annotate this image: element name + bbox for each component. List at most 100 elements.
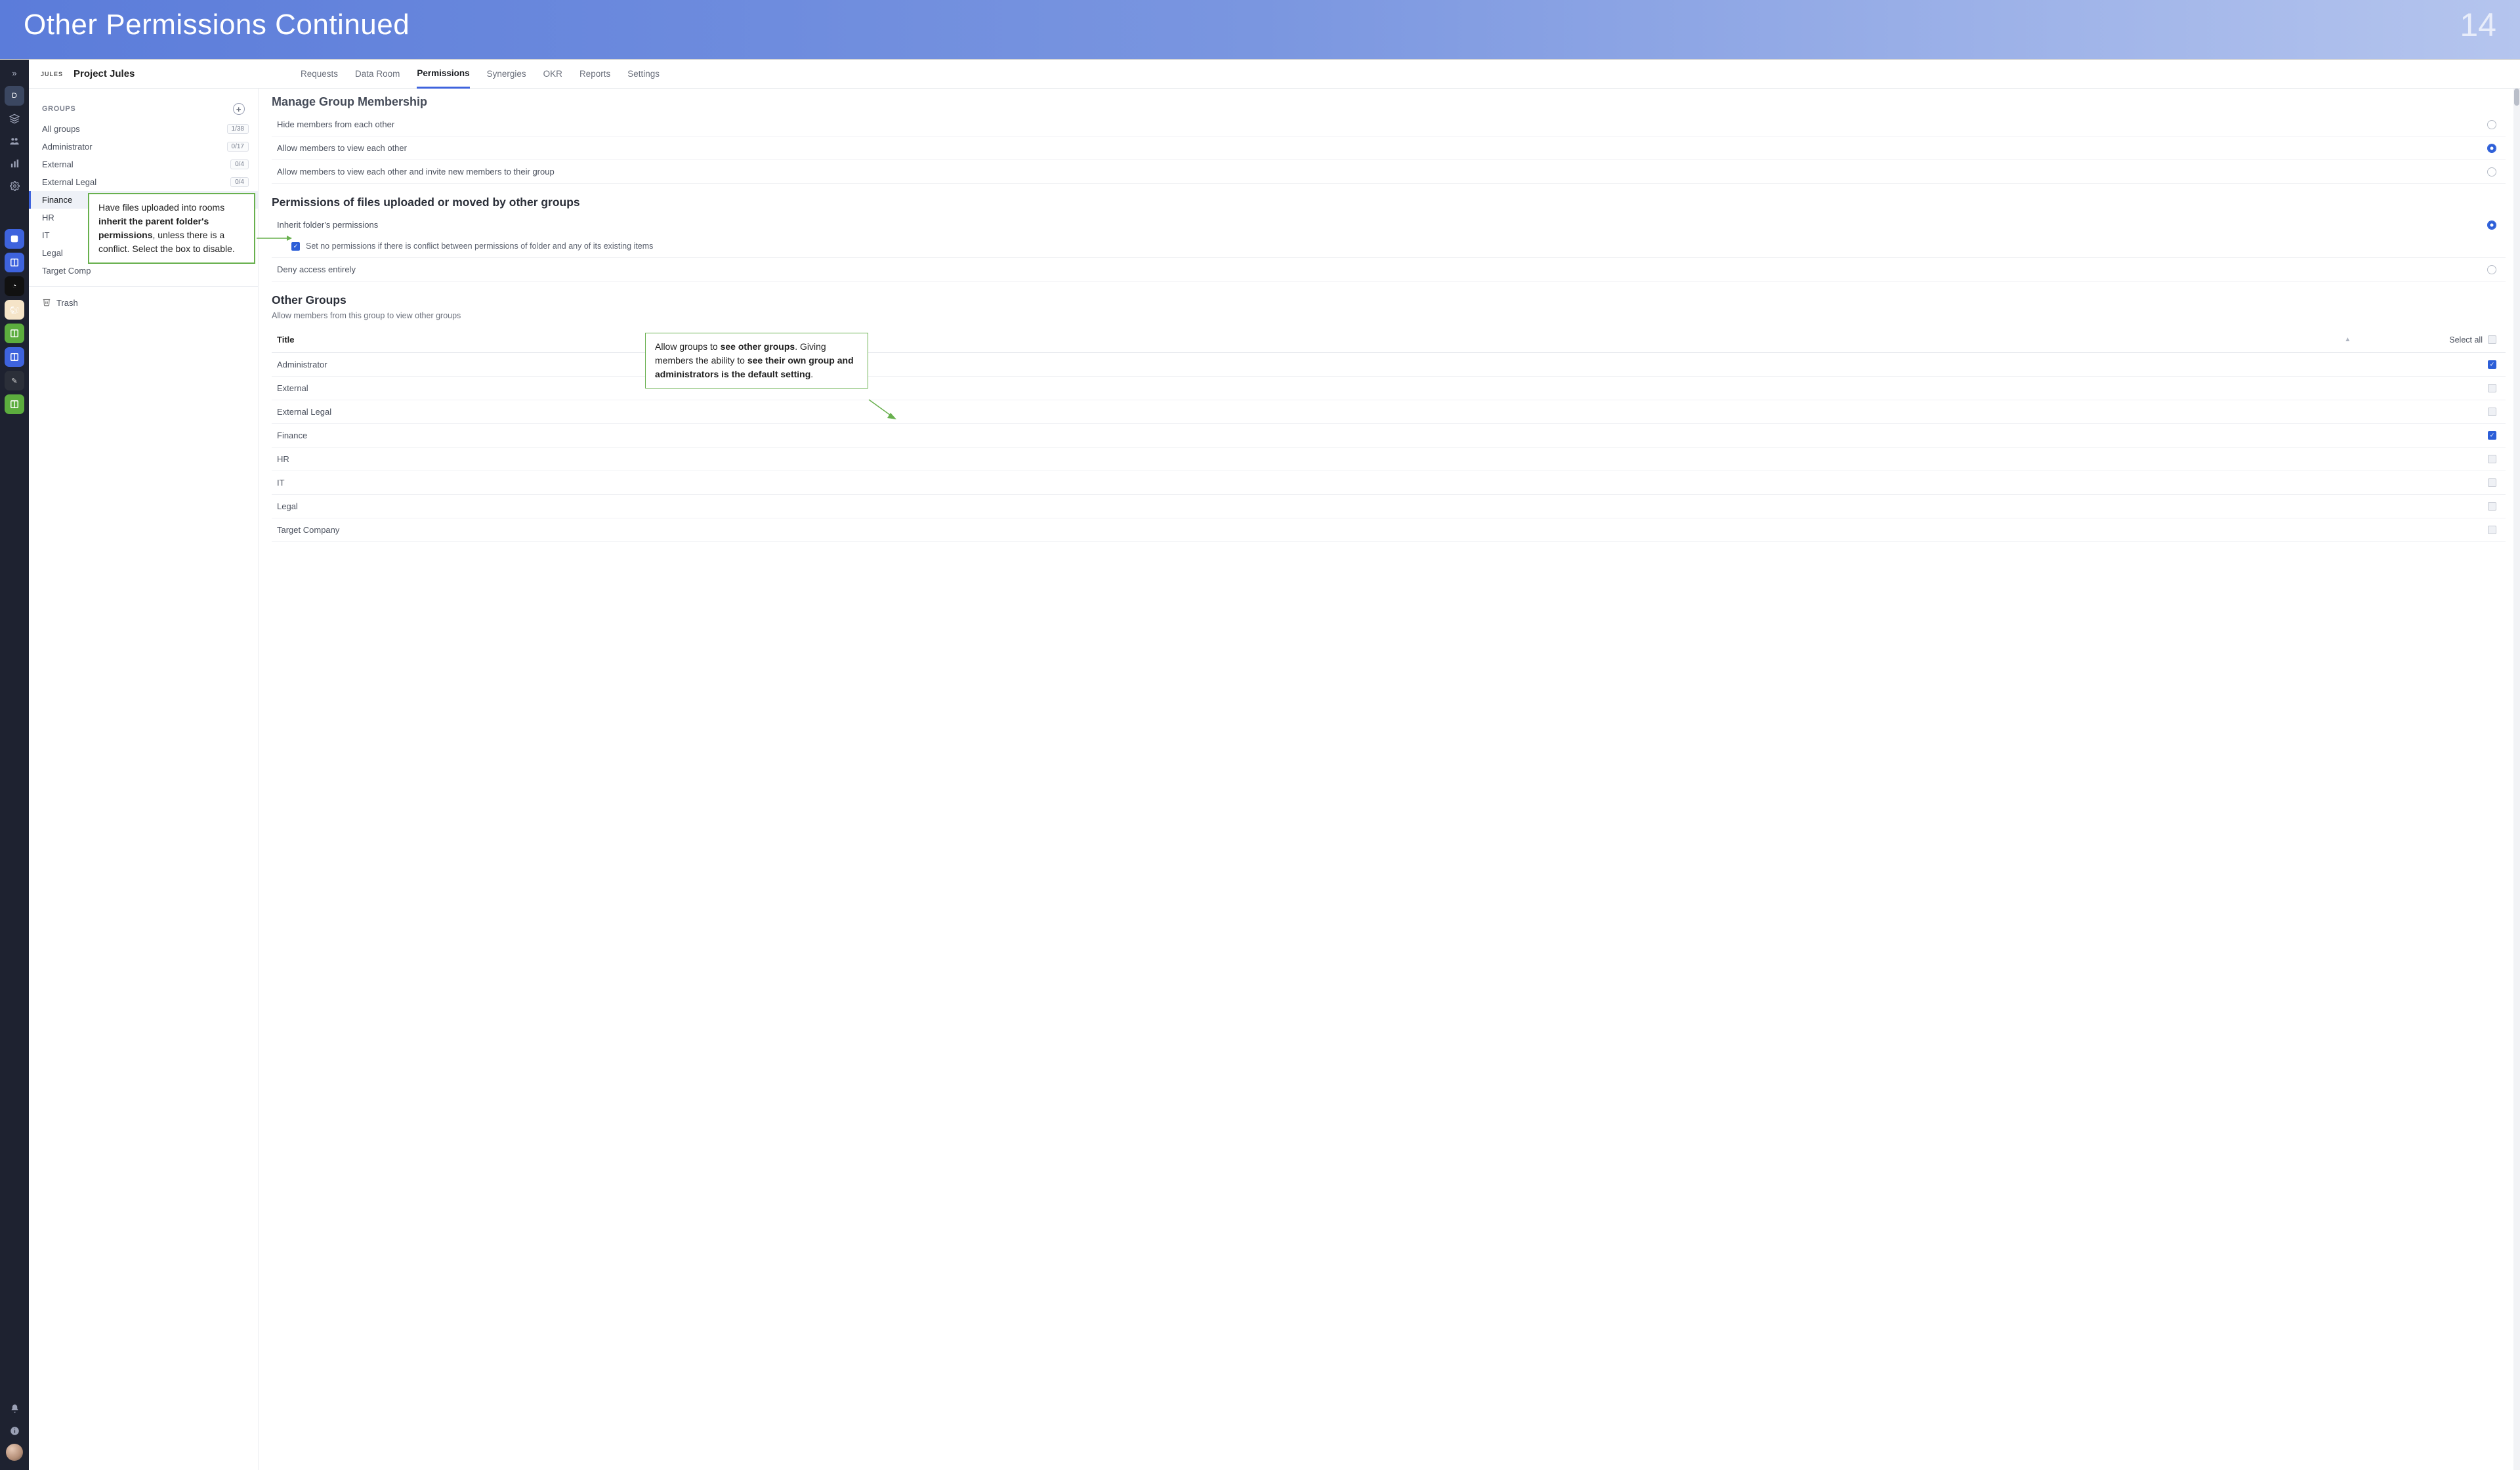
group-label: IT xyxy=(42,230,50,240)
group-row-target[interactable]: Target Comp xyxy=(29,262,258,280)
gear-icon[interactable] xyxy=(5,177,24,195)
row-name: Administrator xyxy=(277,360,327,369)
checkbox-label: Set no permissions if there is conflict … xyxy=(306,242,653,251)
group-count: 0/17 xyxy=(227,142,249,152)
workspace-badge[interactable]: D xyxy=(5,86,24,106)
topbar-tabs: Requests Data Room Permissions Synergies… xyxy=(301,60,660,88)
radio-icon[interactable] xyxy=(2487,167,2496,177)
tab-synergies[interactable]: Synergies xyxy=(487,60,526,88)
select-all[interactable]: Select all xyxy=(2449,335,2496,345)
app-tile-2[interactable] xyxy=(5,253,24,272)
group-label: HR xyxy=(42,213,54,222)
callout-see-groups: Allow groups to see other groups. Giving… xyxy=(645,333,868,388)
group-count: 0/4 xyxy=(230,159,249,169)
groups-header: GROUPS xyxy=(42,105,75,113)
radio-icon[interactable] xyxy=(2487,220,2496,230)
group-row-external[interactable]: External 0/4 xyxy=(29,156,258,173)
radio-icon[interactable] xyxy=(2487,120,2496,129)
table-row[interactable]: HR xyxy=(272,448,2506,471)
group-label: Administrator xyxy=(42,142,93,152)
radio-row-allow-view[interactable]: Allow members to view each other xyxy=(272,136,2506,160)
left-rail: » D ◔ 🐿 ✎ xyxy=(0,60,29,1470)
app-tile-7[interactable]: ✎ xyxy=(5,371,24,390)
slide-title: Other Permissions Continued xyxy=(24,9,410,41)
section-title-other-groups: Other Groups xyxy=(272,282,2506,311)
slide-number: 14 xyxy=(2460,6,2496,44)
tab-data-room[interactable]: Data Room xyxy=(355,60,400,88)
trash-icon xyxy=(42,297,51,308)
table-row[interactable]: Finance ✓ xyxy=(272,424,2506,448)
radio-row-hide-members[interactable]: Hide members from each other xyxy=(272,113,2506,136)
radio-row-inherit[interactable]: Inherit folder's permissions xyxy=(272,213,2506,236)
app-tile-8[interactable] xyxy=(5,394,24,414)
row-name: External xyxy=(277,383,308,393)
app-tile-6[interactable] xyxy=(5,347,24,367)
group-count: 1/38 xyxy=(227,124,249,134)
tab-requests[interactable]: Requests xyxy=(301,60,338,88)
add-group-button[interactable]: + xyxy=(233,103,245,115)
row-name: Target Company xyxy=(277,525,339,535)
tab-okr[interactable]: OKR xyxy=(543,60,562,88)
app-tile-4[interactable]: 🐿 xyxy=(5,300,24,320)
radio-row-deny[interactable]: Deny access entirely xyxy=(272,258,2506,282)
row-name: HR xyxy=(277,454,289,464)
th-title[interactable]: Title xyxy=(277,335,2344,345)
table-row[interactable]: External xyxy=(272,377,2506,400)
checkbox-icon[interactable] xyxy=(2488,335,2496,344)
group-label: Legal xyxy=(42,248,63,258)
radio-label: Inherit folder's permissions xyxy=(277,220,378,230)
table-row[interactable]: Legal xyxy=(272,495,2506,518)
sidebar-divider xyxy=(29,286,258,287)
group-count: 0/4 xyxy=(230,177,249,187)
group-row-administrator[interactable]: Administrator 0/17 xyxy=(29,138,258,156)
tab-reports[interactable]: Reports xyxy=(579,60,610,88)
tab-permissions[interactable]: Permissions xyxy=(417,60,469,89)
checkbox-icon[interactable] xyxy=(2488,408,2496,416)
callout-inherit: Have files uploaded into rooms inherit t… xyxy=(88,193,255,264)
checkbox-icon[interactable]: ✓ xyxy=(2488,360,2496,369)
table-row[interactable]: Administrator ✓ xyxy=(272,353,2506,377)
checkbox-icon[interactable] xyxy=(2488,478,2496,487)
scrollbar[interactable] xyxy=(2513,89,2520,1470)
groups-sidebar: GROUPS + All groups 1/38 Administrator 0… xyxy=(29,89,259,1470)
radio-icon[interactable] xyxy=(2487,265,2496,274)
checkbox-icon[interactable] xyxy=(2488,455,2496,463)
bell-icon[interactable] xyxy=(5,1399,24,1418)
section-title-membership: Manage Group Membership xyxy=(272,89,2506,113)
people-icon[interactable] xyxy=(5,132,24,150)
scrollbar-thumb[interactable] xyxy=(2514,89,2519,106)
sort-icon[interactable]: ▲ xyxy=(2344,336,2351,343)
group-row-external-legal[interactable]: External Legal 0/4 xyxy=(29,173,258,191)
info-icon[interactable] xyxy=(5,1421,24,1440)
trash-label: Trash xyxy=(56,298,78,308)
radio-icon[interactable] xyxy=(2487,144,2496,153)
checkbox-icon[interactable] xyxy=(2488,526,2496,534)
checkbox-icon[interactable]: ✓ xyxy=(2488,431,2496,440)
app-tile-1[interactable] xyxy=(5,229,24,249)
table-row[interactable]: IT xyxy=(272,471,2506,495)
section-title-perm-files: Permissions of files uploaded or moved b… xyxy=(272,184,2506,213)
trash-row[interactable]: Trash xyxy=(29,293,258,312)
layers-icon[interactable] xyxy=(5,110,24,128)
radio-label: Deny access entirely xyxy=(277,264,356,274)
checkbox-row-conflict[interactable]: ✓ Set no permissions if there is conflic… xyxy=(272,236,2506,258)
product-logo: JULES xyxy=(41,71,63,77)
expand-rail-icon[interactable]: » xyxy=(5,64,24,82)
app-tile-3[interactable]: ◔ xyxy=(5,276,24,296)
checkbox-icon[interactable]: ✓ xyxy=(291,242,300,251)
user-avatar[interactable] xyxy=(6,1444,23,1461)
checkbox-icon[interactable] xyxy=(2488,502,2496,511)
tab-settings[interactable]: Settings xyxy=(627,60,660,88)
table-row[interactable]: Target Company xyxy=(272,518,2506,542)
checkbox-icon[interactable] xyxy=(2488,384,2496,392)
table-row[interactable]: External Legal xyxy=(272,400,2506,424)
row-name: External Legal xyxy=(277,407,331,417)
group-label: External Legal xyxy=(42,177,96,187)
radio-row-allow-invite[interactable]: Allow members to view each other and inv… xyxy=(272,160,2506,184)
topbar: JULES Project Jules Requests Data Room P… xyxy=(29,60,2520,89)
group-row-all[interactable]: All groups 1/38 xyxy=(29,120,258,138)
content-pane: JULES Project Jules Requests Data Room P… xyxy=(29,60,2520,1470)
app-tile-5[interactable] xyxy=(5,324,24,343)
chart-icon[interactable] xyxy=(5,154,24,173)
project-name: Project Jules xyxy=(74,68,135,79)
